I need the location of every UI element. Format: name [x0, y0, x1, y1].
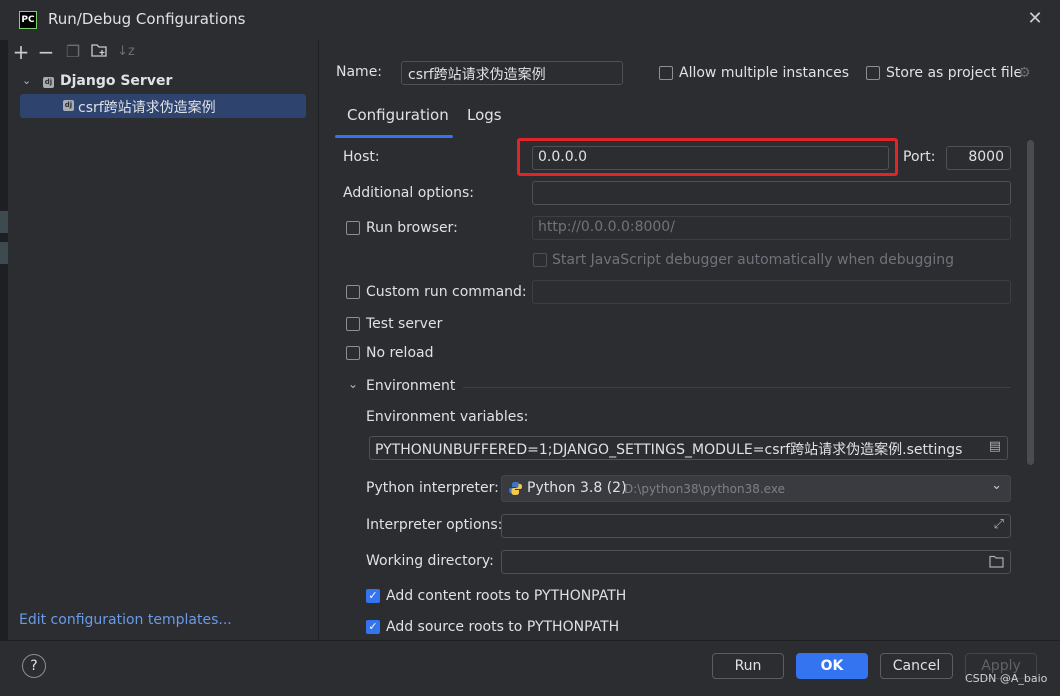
tab-configuration[interactable]: Configuration: [347, 106, 449, 136]
sort-icon[interactable]: ↓z: [117, 43, 135, 61]
help-button[interactable]: ?: [22, 654, 46, 678]
cancel-button[interactable]: Cancel: [880, 653, 953, 679]
host-label: Host:: [343, 149, 380, 165]
browse-document-icon[interactable]: ▤: [989, 439, 1001, 454]
scrollbar-thumb[interactable]: [1027, 140, 1034, 465]
tree-item-label[interactable]: csrf跨站请求伪造案例: [78, 97, 216, 117]
interpreter-name: Python 3.8 (2): [527, 480, 627, 496]
configurations-tree-panel: [8, 40, 318, 640]
additional-options-input[interactable]: [532, 181, 1011, 205]
port-input[interactable]: 8000: [946, 146, 1011, 170]
expand-icon[interactable]: ⤢: [994, 517, 1004, 532]
chevron-down-icon[interactable]: ⌄: [22, 74, 31, 87]
plus-icon[interactable]: +: [12, 42, 30, 62]
no-reload-label: No reload: [366, 345, 434, 361]
run-browser-label: Run browser:: [366, 220, 458, 236]
active-tab-indicator: [335, 135, 453, 138]
pycharm-logo-icon: PC: [19, 11, 37, 29]
chevron-down-icon[interactable]: ⌄: [991, 478, 1002, 493]
new-folder-icon[interactable]: [90, 43, 108, 61]
run-button[interactable]: Run: [712, 653, 784, 679]
js-debugger-label: Start JavaScript debugger automatically …: [552, 252, 954, 268]
custom-run-command-input[interactable]: [532, 280, 1011, 304]
source-roots-checkbox[interactable]: ✓: [366, 620, 380, 634]
name-label: Name:: [336, 64, 383, 80]
watermark: CSDN @A_baio: [965, 672, 1048, 685]
additional-options-label: Additional options:: [343, 185, 475, 201]
tree-group-django-server[interactable]: Django Server: [60, 73, 172, 89]
run-browser-checkbox[interactable]: [346, 221, 360, 235]
port-input-value: 8000: [968, 149, 1004, 165]
js-debugger-checkbox[interactable]: [533, 253, 547, 267]
background-window-strip: [0, 211, 8, 233]
footer-divider: [0, 640, 1060, 641]
background-window-strip: [0, 242, 8, 264]
background-window-edge: [0, 40, 8, 640]
folder-icon[interactable]: [989, 555, 1004, 572]
django-icon: dj: [43, 77, 54, 88]
interpreter-options-input[interactable]: ⤢: [501, 514, 1011, 538]
panel-divider: [318, 40, 319, 640]
python-interpreter-label: Python interpreter:: [366, 480, 499, 496]
test-server-label: Test server: [366, 316, 443, 332]
section-divider: [463, 387, 1011, 388]
python-interpreter-select[interactable]: Python 3.8 (2) D:\python38\python38.exe …: [501, 475, 1011, 502]
host-highlight-box: [517, 138, 898, 176]
env-vars-input[interactable]: PYTHONUNBUFFERED=1;DJANGO_SETTINGS_MODUL…: [369, 436, 1008, 460]
tab-logs[interactable]: Logs: [467, 106, 502, 136]
env-vars-label: Environment variables:: [366, 409, 529, 425]
env-vars-value: PYTHONUNBUFFERED=1;DJANGO_SETTINGS_MODUL…: [375, 442, 963, 458]
store-project-file-checkbox[interactable]: [866, 66, 880, 80]
environment-section-title[interactable]: Environment: [366, 378, 455, 394]
no-reload-checkbox[interactable]: [346, 346, 360, 360]
working-directory-input[interactable]: [501, 550, 1011, 574]
ok-button[interactable]: OK: [796, 653, 868, 679]
window-title: Run/Debug Configurations: [48, 10, 246, 28]
name-input[interactable]: csrf跨站请求伪造案例: [401, 61, 623, 85]
browser-url-placeholder: http://0.0.0.0:8000/: [538, 219, 675, 235]
custom-run-command-label: Custom run command:: [366, 284, 527, 300]
chevron-down-icon[interactable]: ⌄: [348, 377, 358, 391]
edit-configuration-templates-link[interactable]: Edit configuration templates...: [19, 612, 232, 628]
browser-url-input[interactable]: http://0.0.0.0:8000/: [532, 216, 1011, 240]
django-icon: dj: [63, 100, 74, 111]
name-input-value: csrf跨站请求伪造案例: [408, 67, 546, 83]
content-roots-label: Add content roots to PYTHONPATH: [386, 588, 627, 604]
close-icon[interactable]: ✕: [1025, 9, 1045, 29]
copy-icon[interactable]: ❐: [64, 43, 82, 61]
test-server-checkbox[interactable]: [346, 317, 360, 331]
interpreter-path: D:\python38\python38.exe: [624, 482, 785, 496]
minus-icon[interactable]: −: [37, 42, 55, 62]
port-label: Port:: [903, 149, 936, 165]
working-directory-label: Working directory:: [366, 553, 494, 569]
source-roots-label: Add source roots to PYTHONPATH: [386, 619, 620, 635]
gear-icon[interactable]: ⚙: [1018, 65, 1031, 81]
allow-multiple-checkbox[interactable]: [659, 66, 673, 80]
content-roots-checkbox[interactable]: ✓: [366, 589, 380, 603]
store-project-file-label: Store as project file: [886, 65, 1023, 81]
custom-run-command-checkbox[interactable]: [346, 285, 360, 299]
interpreter-options-label: Interpreter options:: [366, 517, 503, 533]
allow-multiple-label: Allow multiple instances: [679, 65, 850, 81]
python-icon: [508, 481, 523, 500]
